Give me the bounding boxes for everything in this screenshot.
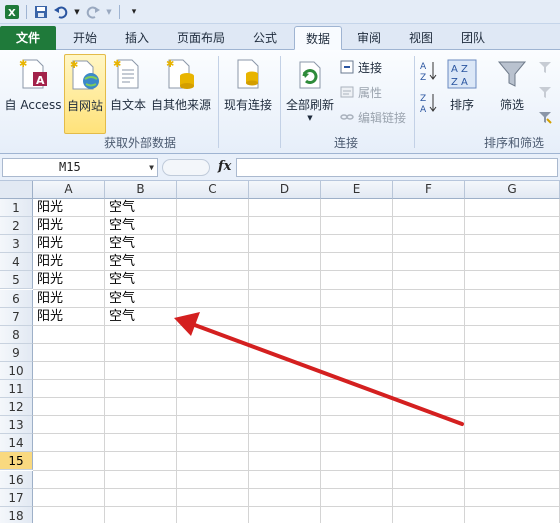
annotation-arrow: [174, 312, 464, 426]
